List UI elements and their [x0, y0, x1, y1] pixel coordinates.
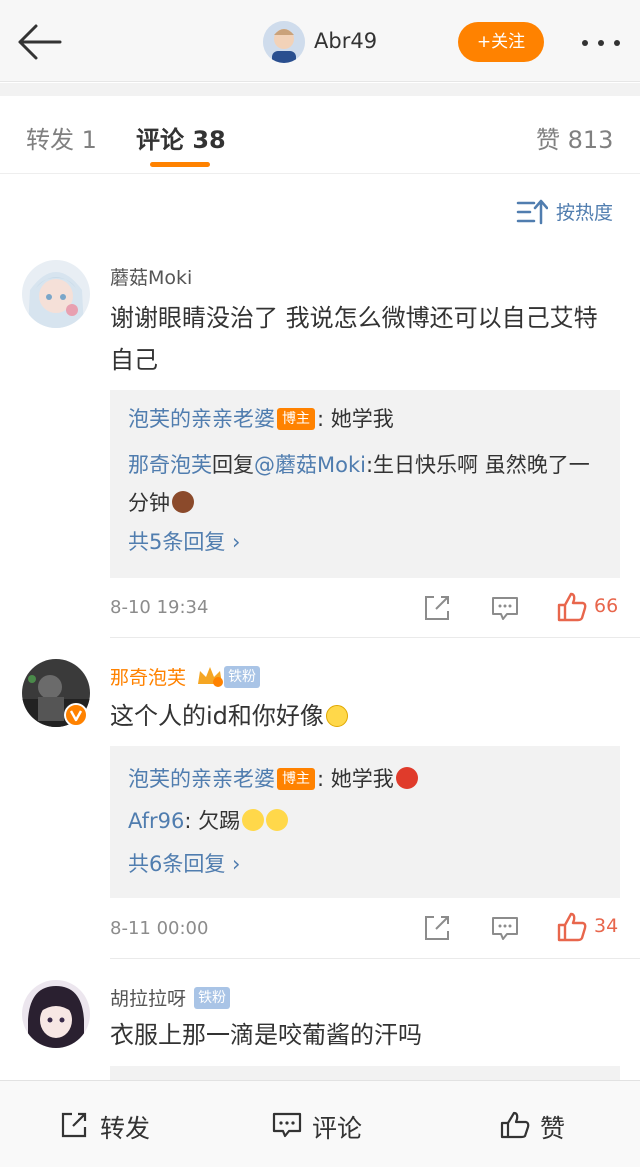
dot-icon: [614, 40, 620, 46]
scared-emoji-icon: [266, 809, 289, 831]
reply-author[interactable]: 泡芙的亲亲老婆: [128, 407, 275, 431]
comment-text: 衣服上那一滴是咬葡酱的汗吗: [110, 1021, 422, 1049]
chevron-right-icon: ›: [225, 530, 241, 554]
comment-time: 8-11 00:00: [110, 918, 209, 939]
section-divider: [0, 83, 640, 96]
commenter-name[interactable]: 那奇泡芙 铁粉: [110, 663, 261, 690]
active-tab-indicator: [150, 162, 210, 167]
comment-time: 8-10 19:34: [110, 597, 209, 618]
author-avatar[interactable]: [263, 21, 305, 63]
tab-bar: 转发 1 评论 38 赞 813: [0, 96, 640, 174]
share-icon: [425, 916, 449, 940]
avatar[interactable]: [22, 980, 90, 1048]
thumbs-up-icon: [500, 1111, 530, 1139]
thumbs-up-icon: [557, 592, 587, 622]
reply-line: Afr96: 欠踢: [128, 802, 602, 840]
reply-text: : 欠踢: [184, 809, 241, 833]
tab-comments[interactable]: 评论 38: [136, 120, 226, 155]
reply-line: 泡芙的亲亲老婆 博主: 她学我: [128, 760, 602, 798]
more-replies-link[interactable]: 共5条回复 ›: [128, 526, 240, 556]
reply-text: : 她学我: [317, 407, 394, 431]
smile-emoji-icon: [325, 705, 348, 727]
share-button[interactable]: [422, 913, 452, 943]
comment-text: 这个人的id和你好像: [110, 695, 620, 737]
comment-divider: [110, 637, 640, 638]
crown-icon: [198, 667, 224, 687]
reply-button[interactable]: [490, 593, 520, 623]
comment-label: 评论: [312, 1114, 363, 1143]
comment-text-label: 这个人的id和你好像: [110, 702, 324, 730]
like-button[interactable]: 66: [556, 591, 618, 623]
reply-author[interactable]: 泡芙的亲亲老婆: [128, 767, 275, 791]
fan-badge: 铁粉: [224, 666, 261, 688]
avatar[interactable]: [22, 260, 90, 328]
cake-icon: [172, 491, 194, 513]
angry-emoji-icon: [395, 767, 418, 789]
commenter-name-label: 胡拉拉呀: [110, 988, 187, 1010]
repost-label: 转发: [100, 1114, 151, 1143]
more-replies-label: 共6条回复: [128, 852, 226, 876]
comment-icon: [492, 917, 518, 940]
share-icon: [425, 596, 449, 620]
back-button[interactable]: [14, 20, 64, 64]
author-name[interactable]: Abr49: [314, 29, 377, 53]
reply-verb: 回复: [212, 453, 254, 477]
author-tag: 博主: [277, 408, 315, 430]
comment-icon: [492, 597, 518, 620]
commenter-name[interactable]: 蘑菇Moki: [110, 263, 192, 290]
commenter-name[interactable]: 胡拉拉呀 铁粉: [110, 984, 231, 1011]
like-count: 66: [594, 595, 619, 617]
reply-author[interactable]: Afr96: [128, 809, 184, 833]
chevron-right-icon: ›: [225, 852, 241, 876]
sort-icon: [516, 199, 548, 225]
reply-line: 泡芙的亲亲老婆 博主: 她学我: [128, 400, 602, 438]
reply-author[interactable]: 那奇泡芙: [128, 453, 212, 477]
reply-preview-box[interactable]: [110, 1066, 620, 1080]
sort-label: 按热度: [556, 202, 614, 224]
like-button[interactable]: 34: [556, 911, 618, 943]
reply-button[interactable]: [490, 913, 520, 943]
tab-repost[interactable]: 转发 1: [26, 120, 97, 155]
like-label: 赞: [540, 1114, 566, 1143]
thumbs-up-icon: [557, 912, 587, 942]
dot-icon: [582, 40, 588, 46]
bottom-action-bar: 转发 评论 赞: [0, 1080, 640, 1167]
tab-likes[interactable]: 赞 813: [536, 120, 613, 155]
commenter-name-label: 那奇泡芙: [110, 667, 187, 689]
like-count: 34: [594, 915, 619, 937]
reply-line: 那奇泡芙回复@蘑菇Moki:生日快乐啊 虽然晚了一分钟: [128, 446, 602, 522]
reply-preview-box[interactable]: 泡芙的亲亲老婆 博主: 她学我 Afr96: 欠踢 共6条回复 ›: [110, 746, 620, 898]
more-options-button[interactable]: [578, 22, 624, 62]
scared-emoji-icon: [242, 809, 265, 831]
follow-button[interactable]: +关注: [458, 22, 544, 62]
more-replies-label: 共5条回复: [128, 530, 226, 554]
top-bar: Abr49 +关注: [0, 0, 640, 82]
verified-icon: [64, 703, 88, 727]
reply-mention[interactable]: @蘑菇Moki: [254, 453, 366, 477]
comment-text: 谢谢眼睛没治了 我说怎么微博还可以自己艾特自己: [110, 304, 598, 374]
arrow-left-icon: [18, 24, 62, 60]
reply-preview-box[interactable]: 泡芙的亲亲老婆 博主: 她学我 那奇泡芙回复@蘑菇Moki:生日快乐啊 虽然晚了一…: [110, 390, 620, 578]
share-icon: [61, 1112, 87, 1138]
fan-badge: 铁粉: [194, 987, 231, 1009]
reply-text: : 她学我: [317, 767, 394, 791]
comment-divider: [110, 958, 640, 959]
comment-icon: [272, 1112, 302, 1138]
author-tag: 博主: [277, 768, 315, 790]
more-replies-link[interactable]: 共6条回复 ›: [128, 848, 240, 878]
dot-icon: [598, 40, 604, 46]
share-button[interactable]: [422, 593, 452, 623]
